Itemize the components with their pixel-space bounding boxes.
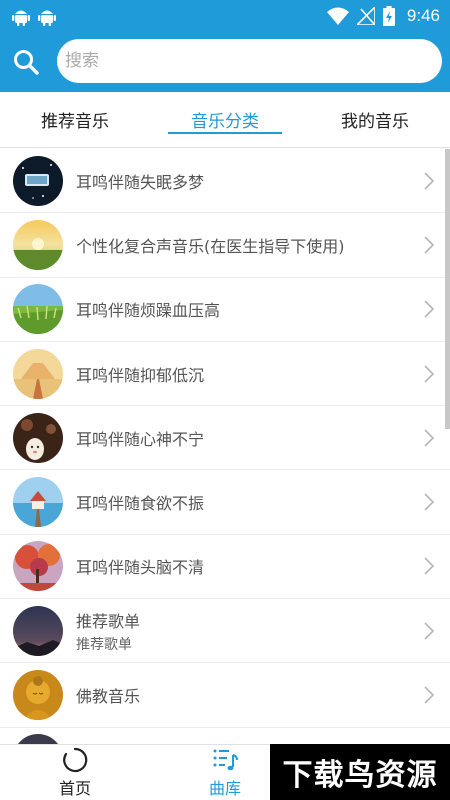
list-item-text: 耳鸣伴随头脑不清 xyxy=(76,554,450,578)
tab-recommended-music[interactable]: 推荐音乐 xyxy=(0,92,150,147)
nav-home-label: 首页 xyxy=(58,778,91,798)
dusk-sky-thumb xyxy=(13,605,63,656)
list-item[interactable]: 耳鸣伴随失眠多梦 xyxy=(0,149,450,214)
buddha-thumb xyxy=(13,670,63,721)
sunset-meadow-thumb xyxy=(13,219,63,270)
wifi-icon xyxy=(326,7,349,25)
list-item-title: 耳鸣伴随抑郁低沉 xyxy=(76,365,205,385)
list-item-text: 佛教音乐 xyxy=(76,683,450,707)
list-item-partial[interactable] xyxy=(0,728,450,744)
android-icon xyxy=(12,10,30,26)
list-item[interactable]: 耳鸣伴随抑郁低沉 xyxy=(0,342,450,407)
list-item-text: 耳鸣伴随食欲不振 xyxy=(76,490,450,514)
list-item-text: 个性化复合声音乐(在医生指导下使用) xyxy=(76,233,450,257)
chevron-right-icon xyxy=(424,622,434,640)
desert-road-thumb xyxy=(13,348,63,399)
list-item[interactable]: 耳鸣伴随烦躁血压高 xyxy=(0,278,450,342)
list-item-title: 推荐歌单 xyxy=(76,611,141,631)
list-item-text: 耳鸣伴随心神不宁 xyxy=(76,426,450,450)
watermark-logo: 下载鸟资源 xyxy=(270,744,450,800)
loading-circle-icon xyxy=(63,747,88,772)
music-category-list: 耳鸣伴随失眠多梦 个性化复合声音乐(在医生指导下使用) 耳鸣伴随烦躁血压高 耳鸣… xyxy=(0,149,450,744)
partial-thumb xyxy=(13,734,63,744)
search-header xyxy=(0,32,450,92)
android-icon xyxy=(38,10,56,26)
chevron-right-icon xyxy=(424,429,434,447)
search-button[interactable] xyxy=(0,32,52,92)
list-item-title: 个性化复合声音乐(在医生指导下使用) xyxy=(76,236,345,256)
list-item-text: 耳鸣伴随失眠多梦 xyxy=(76,169,450,193)
chevron-right-icon xyxy=(424,686,434,704)
no-signal-icon xyxy=(356,7,375,25)
list-item-title: 耳鸣伴随烦躁血压高 xyxy=(76,301,221,321)
list-item-title: 耳鸣伴随食欲不振 xyxy=(76,494,205,514)
list-item-text: 耳鸣伴随烦躁血压高 xyxy=(76,297,450,321)
chevron-right-icon xyxy=(424,364,434,383)
list-item-title: 耳鸣伴随心神不宁 xyxy=(76,429,205,449)
list-item-text: 推荐歌单 推荐歌单 xyxy=(76,608,450,654)
list-item-title: 佛教音乐 xyxy=(76,687,141,707)
tab-my-music[interactable]: 我的音乐 xyxy=(300,92,450,147)
nav-home[interactable]: 首页 xyxy=(0,745,150,800)
status-time: 9:46 xyxy=(406,6,440,25)
cartoon-character-thumb xyxy=(13,412,63,463)
tab-music-categories[interactable]: 音乐分类 xyxy=(150,92,300,147)
search-icon xyxy=(14,50,39,75)
chevron-right-icon xyxy=(424,300,434,318)
status-bar-right: 9:46 xyxy=(326,6,440,26)
chevron-right-icon xyxy=(424,236,434,254)
search-input[interactable] xyxy=(65,51,442,71)
chevron-right-icon xyxy=(424,493,434,511)
chevron-right-icon xyxy=(424,172,434,190)
chevron-right-icon xyxy=(424,557,434,575)
list-item-subtitle: 推荐歌单 xyxy=(76,636,132,653)
pier-house-thumb xyxy=(13,477,63,528)
list-item[interactable]: 耳鸣伴随食欲不振 xyxy=(0,470,450,535)
list-item[interactable]: 耳鸣伴随头脑不清 xyxy=(0,535,450,600)
battery-charging-icon xyxy=(382,6,395,26)
autumn-trees-thumb xyxy=(13,541,63,592)
music-list-icon xyxy=(213,749,238,770)
wheat-field-thumb xyxy=(13,284,63,335)
nav-library-label: 曲库 xyxy=(208,778,241,798)
category-tabs: 推荐音乐 音乐分类 我的音乐 xyxy=(0,92,450,148)
status-bar: 9:46 xyxy=(0,0,450,32)
list-item[interactable]: 个性化复合声音乐(在医生指导下使用) xyxy=(0,213,450,278)
search-field[interactable] xyxy=(57,39,442,83)
list-item-title: 耳鸣伴随头脑不清 xyxy=(76,558,205,578)
list-item-text: 耳鸣伴随抑郁低沉 xyxy=(76,362,450,386)
list-item[interactable]: 推荐歌单 推荐歌单 xyxy=(0,599,450,664)
list-item-title: 耳鸣伴随失眠多梦 xyxy=(76,172,205,192)
list-item[interactable]: 佛教音乐 xyxy=(0,663,450,728)
night-sky-thumb xyxy=(13,155,63,206)
status-bar-left xyxy=(12,6,56,26)
list-scrollbar[interactable] xyxy=(445,149,450,429)
list-item[interactable]: 耳鸣伴随心神不宁 xyxy=(0,406,450,471)
